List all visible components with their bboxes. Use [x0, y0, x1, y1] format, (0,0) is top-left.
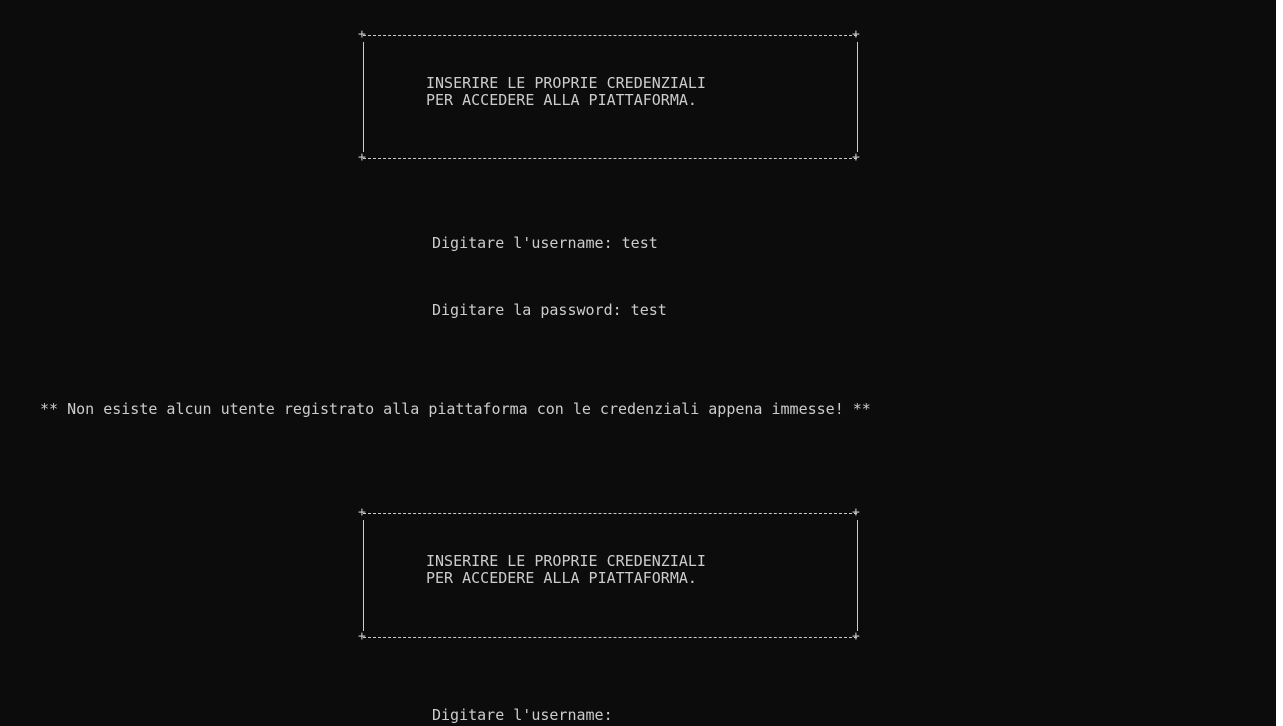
box-bottom-border — [363, 637, 857, 639]
box-top-border — [363, 513, 857, 515]
box-text-line-2: PER ACCEDERE ALLA PIATTAFORMA. — [426, 569, 697, 587]
username-input-prompt[interactable]: Digitare l'username: — [432, 706, 613, 724]
username-prompt: Digitare l'username: test — [432, 234, 658, 252]
box-corner: + — [358, 150, 366, 165]
box-corner: + — [852, 150, 860, 165]
box-corner: + — [852, 505, 860, 520]
box-corner: + — [852, 27, 860, 42]
box-corner: + — [358, 27, 366, 42]
box-corner: + — [358, 505, 366, 520]
console-window[interactable]: + + + + INSERIRE LE PROPRIE CREDENZIALI … — [0, 0, 1276, 726]
box-right-border — [857, 520, 858, 631]
box-left-border — [363, 42, 364, 152]
error-message: ** Non esiste alcun utente registrato al… — [40, 400, 871, 418]
box-corner: + — [852, 629, 860, 644]
box-text-line-1: INSERIRE LE PROPRIE CREDENZIALI — [426, 74, 706, 92]
box-corner: + — [358, 629, 366, 644]
box-text-line-2: PER ACCEDERE ALLA PIATTAFORMA. — [426, 91, 697, 109]
box-text-line-1: INSERIRE LE PROPRIE CREDENZIALI — [426, 552, 706, 570]
username-prompt-label: Digitare l'username: — [432, 706, 613, 724]
password-prompt: Digitare la password: test — [432, 301, 667, 319]
box-left-border — [363, 520, 364, 631]
box-bottom-border — [363, 158, 857, 160]
box-right-border — [857, 42, 858, 152]
box-top-border — [363, 35, 857, 37]
